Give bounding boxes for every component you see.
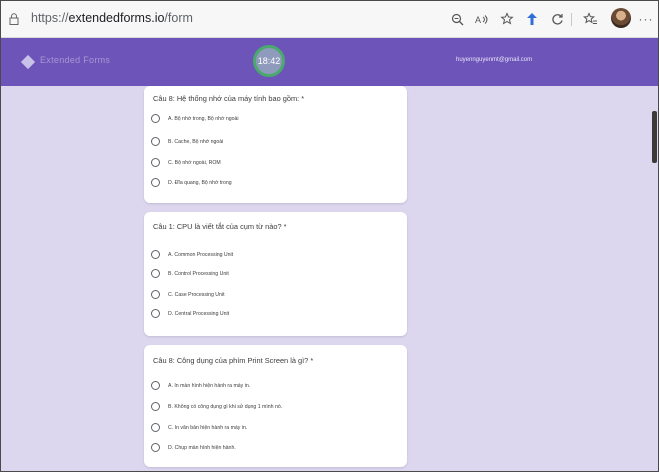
timer-text: 18:42	[257, 56, 281, 66]
radio-button[interactable]	[151, 423, 160, 432]
refresh-icon[interactable]	[548, 10, 566, 28]
countdown-timer: 18:42	[253, 45, 285, 77]
question-title: Câu 8: Công dụng của phím Print Screen l…	[153, 356, 314, 365]
more-icon[interactable]: ···	[637, 10, 655, 28]
radio-button[interactable]	[151, 443, 160, 452]
option-label: B. Cache, Bộ nhớ ngoài	[168, 138, 224, 145]
profile-avatar[interactable]	[611, 8, 631, 28]
option-label: A. Bộ nhớ trong, Bộ nhớ ngoài	[168, 115, 239, 122]
option-label: B. Control Processing Unit	[168, 270, 229, 277]
radio-button[interactable]	[151, 250, 160, 259]
url-path: /form	[164, 11, 193, 25]
answer-option[interactable]: A. In màn hình hiện hành ra máy in.	[151, 381, 250, 390]
answer-option[interactable]: C. Bộ nhớ ngoài, ROM	[151, 158, 221, 167]
answer-option[interactable]: D. Central Processing Unit	[151, 309, 229, 318]
radio-button[interactable]	[151, 402, 160, 411]
form-header: Extended Forms 18:42 huyennguyenmt@gmail…	[1, 38, 658, 86]
address-bar: https://extendedforms.io/form A ···	[1, 1, 658, 38]
radio-button[interactable]	[151, 137, 160, 146]
url-prefix: https://	[31, 11, 69, 25]
option-label: C. Case Processing Unit	[168, 291, 225, 298]
answer-option[interactable]: B. Cache, Bộ nhớ ngoài	[151, 137, 223, 146]
option-label: C. In văn bản hiện hành ra máy in.	[168, 424, 248, 431]
scrollbar[interactable]	[652, 111, 657, 163]
option-label: D. Đĩa quang, Bộ nhớ trong	[168, 179, 232, 186]
answer-option[interactable]: C. In văn bản hiện hành ra máy in.	[151, 423, 247, 432]
svg-text:A: A	[475, 15, 481, 25]
answer-option[interactable]: C. Case Processing Unit	[151, 290, 225, 299]
answer-option[interactable]: D. Đĩa quang, Bộ nhớ trong	[151, 178, 232, 187]
brand-name[interactable]: Extended Forms	[40, 55, 110, 65]
option-label: D. Chụp màn hình hiện hành.	[168, 444, 236, 451]
option-label: A. Common Processing Unit	[168, 251, 234, 258]
answer-option[interactable]: D. Chụp màn hình hiện hành.	[151, 443, 236, 452]
radio-button[interactable]	[151, 381, 160, 390]
answer-option[interactable]: A. Bộ nhớ trong, Bộ nhớ ngoài	[151, 114, 239, 123]
question-title: Câu 1: CPU là viết tắt của cụm từ nào? *	[153, 222, 287, 231]
option-label: D. Central Processing Unit	[168, 310, 230, 317]
question-title: Câu 8: Hệ thống nhớ của máy tính bao gồm…	[153, 94, 305, 103]
url-field[interactable]: https://extendedforms.io/form	[31, 11, 193, 25]
radio-button[interactable]	[151, 114, 160, 123]
user-email: huyennguyenmt@gmail.com	[456, 57, 533, 63]
answer-option[interactable]: B. Không có công dụng gì khi sử dụng 1 m…	[151, 402, 282, 411]
answer-option[interactable]: B. Control Processing Unit	[151, 269, 229, 278]
radio-button[interactable]	[151, 269, 160, 278]
favorites-bar-icon[interactable]	[581, 10, 599, 28]
option-label: C. Bộ nhớ ngoài, ROM	[168, 159, 221, 166]
radio-button[interactable]	[151, 178, 160, 187]
option-label: B. Không có công dụng gì khi sử dụng 1 m…	[168, 403, 283, 410]
answer-option[interactable]: A. Common Processing Unit	[151, 250, 233, 259]
radio-button[interactable]	[151, 158, 160, 167]
page-info-icon[interactable]	[9, 13, 19, 25]
radio-button[interactable]	[151, 290, 160, 299]
option-label: A. In màn hình hiện hành ra máy in.	[168, 382, 251, 389]
question-card: Câu 8: Công dụng của phím Print Screen l…	[144, 345, 407, 467]
question-card: Câu 1: CPU là viết tắt của cụm từ nào? *…	[144, 212, 407, 336]
toolbar-divider	[571, 13, 572, 26]
favorite-icon[interactable]	[498, 10, 516, 28]
extension-icon[interactable]	[523, 10, 541, 28]
question-card: Câu 8: Hệ thống nhớ của máy tính bao gồm…	[144, 86, 407, 203]
browser-window: https://extendedforms.io/form A ··· Exte…	[0, 0, 659, 472]
brand-logo-icon	[20, 54, 36, 70]
read-aloud-icon[interactable]: A	[473, 10, 491, 28]
zoom-icon[interactable]	[448, 10, 466, 28]
radio-button[interactable]	[151, 309, 160, 318]
url-domain: extendedforms.io	[68, 11, 165, 25]
